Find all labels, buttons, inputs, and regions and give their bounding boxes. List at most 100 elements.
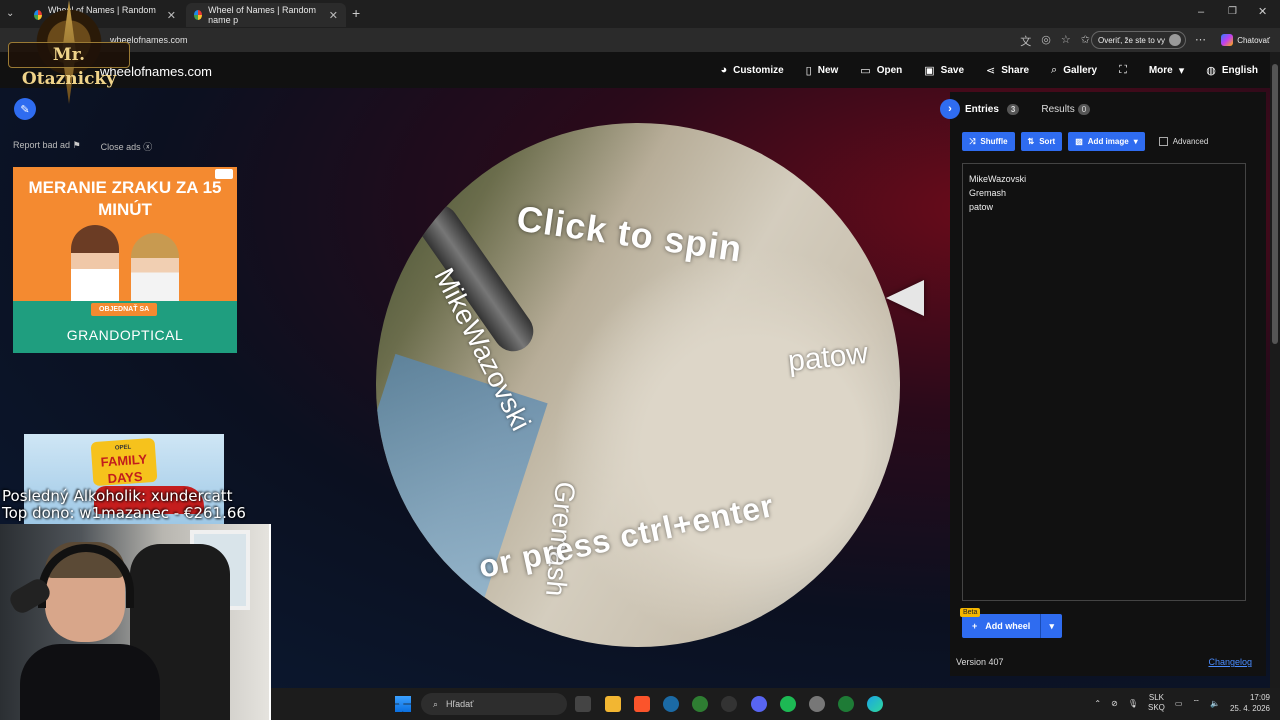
adchoices-icon[interactable] bbox=[215, 169, 233, 179]
globe-icon: ◍ bbox=[1206, 64, 1216, 77]
wheel-pointer-arrow bbox=[886, 280, 924, 316]
input-language-indicator[interactable]: SLK SKQ bbox=[1148, 693, 1165, 713]
edge-browser-icon[interactable] bbox=[867, 696, 883, 712]
save-icon: ▣ bbox=[924, 64, 935, 77]
wifi-icon[interactable]: ⌔ bbox=[1192, 698, 1200, 708]
folder-open-icon: ▭ bbox=[860, 64, 871, 77]
changelog-link[interactable]: Changelog bbox=[1208, 657, 1252, 667]
chevron-down-icon: ▾ bbox=[1049, 620, 1055, 631]
stream-alerts: Posledný Alkoholik: xundercatt Top dono:… bbox=[2, 488, 246, 522]
entries-textarea[interactable]: MikeWazovski Gremash patow bbox=[962, 163, 1246, 601]
page-scrollbar[interactable] bbox=[1270, 52, 1280, 688]
palette-icon: ◕ bbox=[720, 64, 728, 76]
new-tab-button[interactable]: + bbox=[352, 5, 360, 21]
network-icon[interactable]: ⊘ bbox=[1111, 699, 1118, 708]
entries-count-badge: 3 bbox=[1006, 103, 1020, 115]
add-wheel-button[interactable]: + Add wheel bbox=[962, 614, 1041, 638]
add-wheel-button-group: + Add wheel ▾ bbox=[962, 614, 1063, 638]
microphone-tray-icon[interactable]: 🎙 bbox=[1128, 699, 1138, 708]
windows-taskbar: ⌕ Hľadať ⌃ ⊘ 🎙 SLK SKQ ▭ ⌔ 🔈 17:09 25. 4. 2… bbox=[271, 688, 1280, 720]
flag-icon: ⚑ bbox=[72, 140, 81, 150]
entry-line: patow bbox=[969, 202, 994, 212]
chevron-down-icon: ▾ bbox=[1133, 137, 1138, 146]
keyboard-hint-text: or press ctrl+enter bbox=[475, 487, 778, 585]
menu-more[interactable]: More ▾ bbox=[1149, 64, 1184, 77]
sort-icon: ⇅ bbox=[1027, 137, 1035, 146]
tab-entries[interactable]: › Entries 3 bbox=[940, 99, 1020, 119]
profile-avatar bbox=[1169, 34, 1181, 46]
favorite-star-icon[interactable]: ☆ bbox=[1061, 33, 1071, 49]
entry-line: Gremash bbox=[969, 188, 1007, 198]
volume-icon[interactable]: 🔈 bbox=[1210, 699, 1220, 708]
task-view-icon[interactable] bbox=[575, 696, 591, 712]
last-alcoholic-text: Posledný Alkoholik: xundercatt bbox=[2, 487, 233, 505]
settings-gear-icon[interactable] bbox=[809, 696, 825, 712]
translate-icon[interactable]: 文 bbox=[1020, 33, 1031, 49]
minimize-button[interactable]: – bbox=[1198, 6, 1204, 18]
search-icon: ⌕ bbox=[1051, 63, 1058, 76]
close-tab-icon[interactable]: ✕ bbox=[167, 9, 176, 22]
scrollbar-thumb[interactable] bbox=[1272, 64, 1278, 344]
wheel-entry-label: patow bbox=[786, 336, 870, 379]
collapse-chevron-icon[interactable]: › bbox=[940, 99, 960, 119]
close-tab-icon[interactable]: ✕ bbox=[329, 9, 338, 22]
menu-fullscreen[interactable]: ⛶ bbox=[1119, 64, 1127, 77]
verify-identity-button[interactable]: Overiť, že ste to vy bbox=[1090, 31, 1186, 49]
app-icon[interactable] bbox=[721, 696, 737, 712]
new-file-icon: ▯ bbox=[805, 64, 812, 77]
menu-gallery[interactable]: ⌕ Gallery bbox=[1051, 64, 1097, 77]
wheel[interactable]: MikeWazovski Gremash patow Click to spin… bbox=[376, 123, 900, 647]
ad-cta-button[interactable]: OBJEDNAŤ SA bbox=[91, 303, 158, 316]
display-icon[interactable]: ▭ bbox=[1175, 699, 1183, 708]
windows-start-icon[interactable] bbox=[395, 696, 411, 712]
menu-share[interactable]: ⋖ Share bbox=[986, 64, 1029, 77]
ad-banner-grandoptical[interactable]: MERANIE ZRAKU ZA 15 MINÚT OBJEDNAŤ SA GR… bbox=[13, 167, 237, 353]
add-image-button[interactable]: ▨ Add image ▾ bbox=[1068, 132, 1145, 151]
taskbar-search[interactable]: ⌕ Hľadať bbox=[421, 693, 567, 715]
site-menu: ◕ Customize ▯ New ▭ Open ▣ Save ⋖ Share ⌕ Gall… bbox=[720, 52, 1258, 88]
favorites-list-icon[interactable]: ✩ bbox=[1081, 33, 1090, 49]
close-circle-icon: ⓧ bbox=[143, 142, 153, 152]
reader-icon[interactable]: ◎ bbox=[1041, 33, 1051, 49]
copilot-button[interactable]: Chatovať bbox=[1221, 34, 1270, 46]
system-tray: ⌃ ⊘ 🎙 SLK SKQ ▭ ⌔ 🔈 17:09 25. 4. 2026 bbox=[1094, 692, 1270, 714]
spotify-icon[interactable] bbox=[780, 696, 796, 712]
maximize-button[interactable]: ❐ bbox=[1228, 6, 1237, 17]
browser-menu-icon[interactable]: ⋯ bbox=[1195, 33, 1206, 46]
wheel-disc[interactable]: MikeWazovski Gremash patow Click to spin… bbox=[376, 123, 900, 647]
xbox-app-icon[interactable] bbox=[838, 696, 854, 712]
advanced-checkbox[interactable]: Advanced bbox=[1158, 137, 1208, 146]
discord-icon[interactable] bbox=[751, 696, 767, 712]
menu-open[interactable]: ▭ Open bbox=[860, 64, 902, 77]
address-bar-icons: 文 ◎ ☆ ✩ bbox=[1020, 33, 1090, 49]
steam-icon[interactable] bbox=[663, 696, 679, 712]
menu-customize[interactable]: ◕ Customize bbox=[720, 64, 783, 76]
entry-line: MikeWazovski bbox=[969, 174, 1027, 184]
menu-new[interactable]: ▯ New bbox=[806, 64, 839, 77]
menu-language[interactable]: ◍ English bbox=[1206, 64, 1258, 77]
close-window-button[interactable]: ✕ bbox=[1258, 5, 1267, 18]
version-label: Version 407 bbox=[956, 657, 1004, 667]
shuffle-button[interactable]: ⤨ Shuffle bbox=[962, 132, 1015, 151]
file-explorer-icon[interactable] bbox=[605, 696, 621, 712]
taskbar-clock[interactable]: 17:09 25. 4. 2026 bbox=[1230, 692, 1270, 714]
tray-overflow-chevron-icon[interactable]: ⌃ bbox=[1094, 699, 1101, 708]
ad-headline: MERANIE ZRAKU ZA 15 MINÚT bbox=[28, 178, 222, 219]
report-bad-ad-link[interactable]: Report bad ad ⚑ bbox=[13, 140, 81, 153]
ad-brand: GRANDOPTICAL bbox=[66, 327, 184, 343]
beta-badge: Beta bbox=[960, 608, 981, 617]
checkbox[interactable] bbox=[1158, 137, 1168, 146]
tab-results[interactable]: Results 0 bbox=[1041, 103, 1091, 115]
sort-button[interactable]: ⇅ Sort bbox=[1020, 132, 1063, 151]
add-wheel-dropdown[interactable]: ▾ bbox=[1040, 614, 1063, 638]
streamer-name: Mr. Otaznicky bbox=[8, 42, 130, 89]
browser-tab-2[interactable]: Wheel of Names | Random name p ✕ bbox=[186, 3, 346, 27]
xbox-icon[interactable] bbox=[692, 696, 708, 712]
share-icon: ⋖ bbox=[986, 64, 996, 77]
entries-panel: › Entries 3 Results 0 ⤨ Shuffle ⇅ Sort ▨ Ad… bbox=[940, 92, 1266, 676]
site-header: wheelofnames.com ◕ Customize ▯ New ▭ Open ▣… bbox=[0, 52, 1270, 88]
menu-save[interactable]: ▣ Save bbox=[924, 64, 964, 77]
close-ads-link[interactable]: Close ads ⓧ bbox=[101, 140, 153, 153]
brave-browser-icon[interactable] bbox=[634, 696, 650, 712]
results-count-badge: 0 bbox=[1077, 103, 1091, 115]
